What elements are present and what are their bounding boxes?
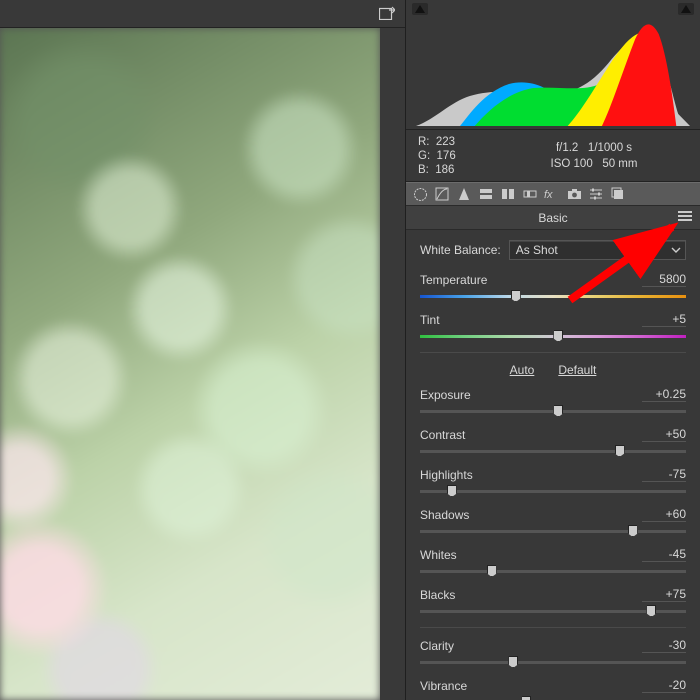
tint-slider[interactable]: Tint	[420, 312, 686, 343]
camera-icon[interactable]	[566, 186, 582, 202]
info-bar: R: 223 G: 176 B: 186 f/1.2 1/1000 s ISO …	[406, 130, 700, 182]
app-root: R: 223 G: 176 B: 186 f/1.2 1/1000 s ISO …	[0, 0, 700, 700]
hsl-icon[interactable]	[478, 186, 494, 202]
split-icon[interactable]	[500, 186, 516, 202]
exposure-slider[interactable]: Exposure	[420, 387, 686, 418]
edit-icon[interactable]	[412, 186, 428, 202]
sliders-icon[interactable]	[588, 186, 604, 202]
histogram[interactable]	[406, 0, 700, 130]
lens-icon[interactable]	[522, 186, 538, 202]
white-balance-value: As Shot	[516, 243, 558, 257]
white-balance-select[interactable]: As Shot	[509, 240, 686, 260]
panel-menu-icon[interactable]	[678, 211, 692, 223]
auto-default-row: Auto Default	[420, 363, 686, 377]
contrast-value[interactable]	[642, 427, 686, 442]
temperature-value[interactable]	[642, 272, 686, 287]
detail-icon[interactable]	[456, 186, 472, 202]
tint-value[interactable]	[642, 312, 686, 327]
shadows-slider[interactable]: Shadows	[420, 507, 686, 538]
auto-button[interactable]: Auto	[510, 363, 535, 377]
panel-title: Basic	[538, 211, 567, 225]
image-toolbar	[0, 0, 405, 28]
develop-panel: R: 223 G: 176 B: 186 f/1.2 1/1000 s ISO …	[405, 0, 700, 700]
curves-icon[interactable]	[434, 186, 450, 202]
exif-readout: f/1.2 1/1000 s ISO 100 50 mm	[500, 140, 688, 172]
vibrance-slider[interactable]: Vibrance	[420, 678, 686, 700]
whites-value[interactable]	[642, 547, 686, 562]
svg-text:fx: fx	[544, 189, 553, 200]
highlights-value[interactable]	[642, 467, 686, 482]
basic-panel-header: Basic	[406, 206, 700, 230]
highlights-slider[interactable]: Highlights	[420, 467, 686, 498]
chevron-down-icon	[671, 245, 681, 255]
whites-slider[interactable]: Whites	[420, 547, 686, 578]
clarity-value[interactable]	[642, 638, 686, 653]
white-balance-label: White Balance:	[420, 243, 501, 257]
vibrance-value[interactable]	[642, 678, 686, 693]
presets-icon[interactable]	[610, 186, 626, 202]
default-button[interactable]: Default	[558, 363, 596, 377]
rgb-readout: R: 223 G: 176 B: 186	[418, 135, 500, 177]
panel-toolbar: fx	[406, 182, 700, 206]
exposure-value[interactable]	[642, 387, 686, 402]
preview-image[interactable]	[0, 28, 380, 700]
shadows-value[interactable]	[642, 507, 686, 522]
temperature-slider[interactable]: Temperature	[420, 272, 686, 303]
image-pane	[0, 0, 405, 700]
export-icon[interactable]	[379, 6, 395, 20]
basic-panel-body: White Balance: As Shot Temperature Tint …	[406, 230, 700, 700]
contrast-slider[interactable]: Contrast	[420, 427, 686, 458]
fx-icon[interactable]: fx	[544, 186, 560, 202]
blacks-value[interactable]	[642, 587, 686, 602]
clarity-slider[interactable]: Clarity	[420, 638, 686, 669]
blacks-slider[interactable]: Blacks	[420, 587, 686, 618]
